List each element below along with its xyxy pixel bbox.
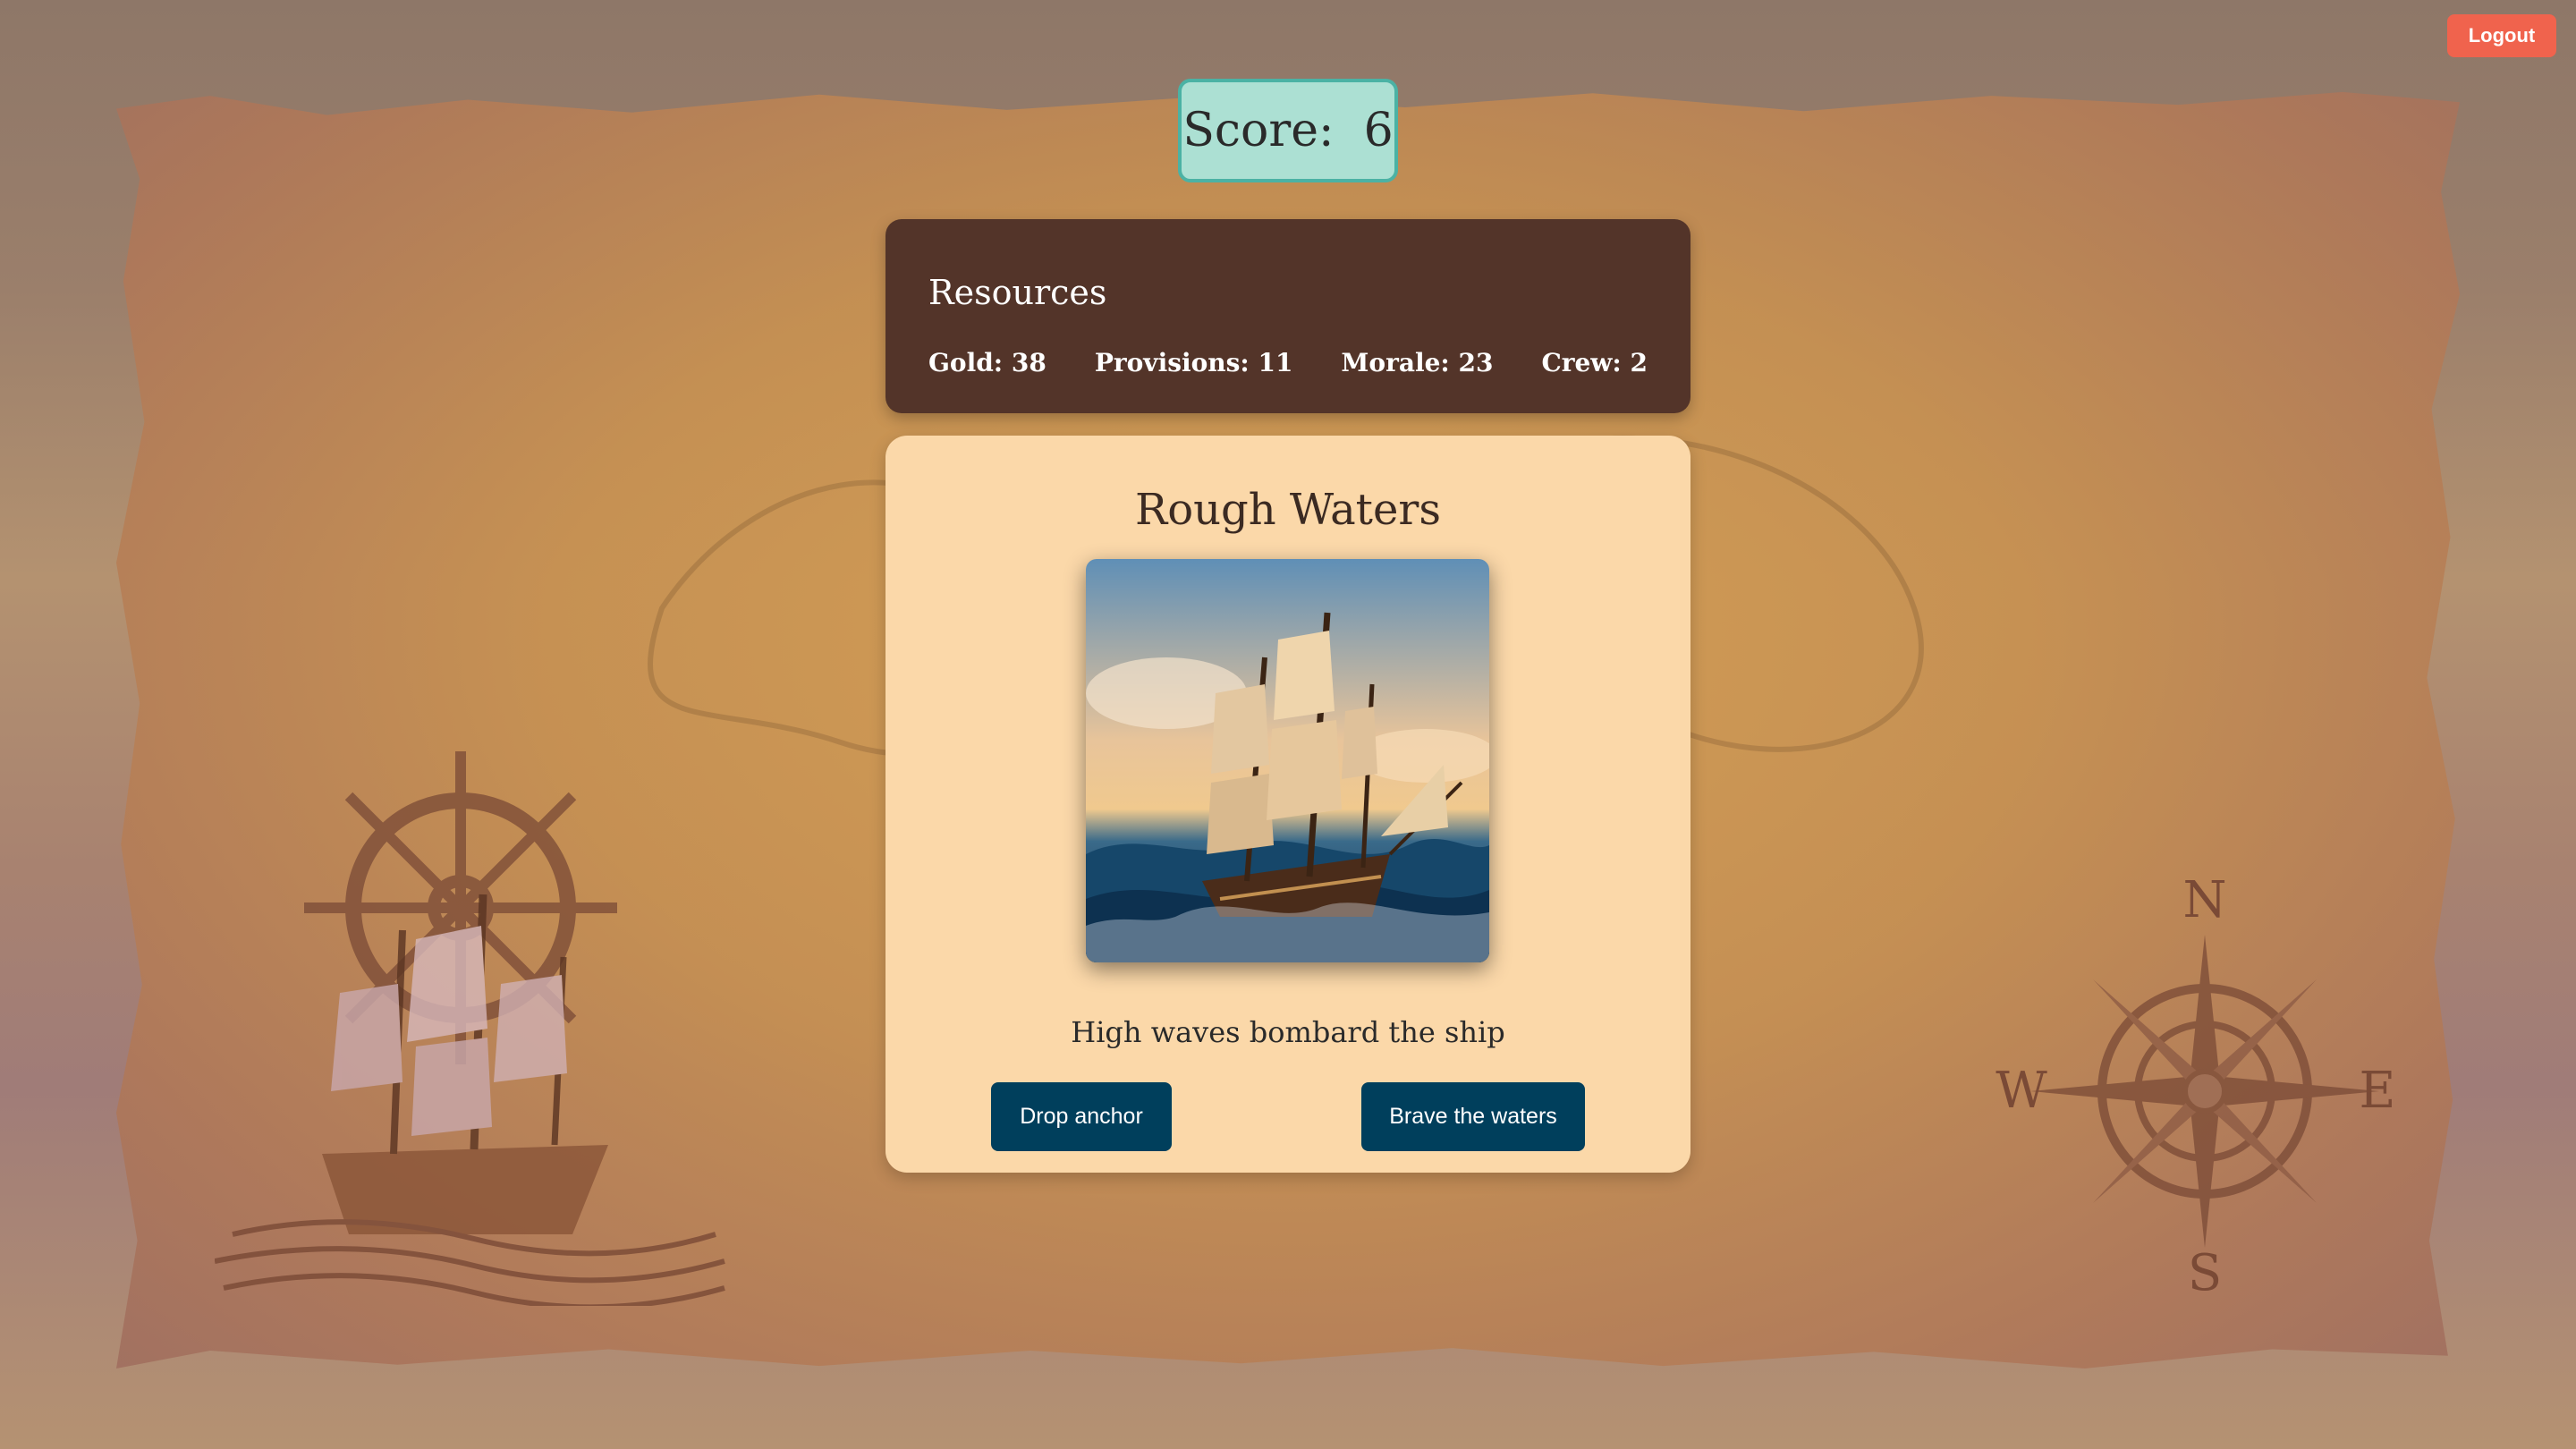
event-card: Rough Waters High waves bombard the ship… bbox=[886, 436, 1690, 1173]
event-description: High waves bombard the ship bbox=[1071, 1015, 1505, 1049]
score-value: 6 bbox=[1363, 104, 1394, 157]
resource-provisions: Provisions: 11 bbox=[1094, 348, 1293, 377]
resource-morale: Morale: 23 bbox=[1341, 348, 1494, 377]
brave-the-waters-button[interactable]: Brave the waters bbox=[1361, 1082, 1585, 1151]
compass-west-label: W bbox=[1996, 1062, 2047, 1120]
resources-panel: Resources Gold: 38 Provisions: 11 Morale… bbox=[886, 219, 1690, 413]
drop-anchor-button[interactable]: Drop anchor bbox=[991, 1082, 1172, 1151]
compass-east-label: E bbox=[2360, 1062, 2396, 1120]
compass-rose-icon: N S W E bbox=[1996, 877, 2396, 1297]
resources-row: Gold: 38 Provisions: 11 Morale: 23 Crew:… bbox=[928, 348, 1648, 377]
compass-south-label: S bbox=[2188, 1244, 2222, 1297]
ship-wheel-icon bbox=[215, 751, 725, 1306]
score-label: Score: bbox=[1182, 104, 1335, 157]
event-ship-image bbox=[1086, 559, 1489, 962]
sailing-ship-icon bbox=[215, 894, 725, 1306]
resources-title: Resources bbox=[928, 273, 1107, 312]
resource-gold: Gold: 38 bbox=[928, 348, 1046, 377]
resource-crew: Crew: 2 bbox=[1541, 348, 1648, 377]
event-title: Rough Waters bbox=[1135, 485, 1441, 535]
logout-button[interactable]: Logout bbox=[2447, 14, 2556, 57]
compass-north-label: N bbox=[2183, 877, 2227, 929]
score-display: Score: 6 bbox=[1178, 79, 1398, 182]
